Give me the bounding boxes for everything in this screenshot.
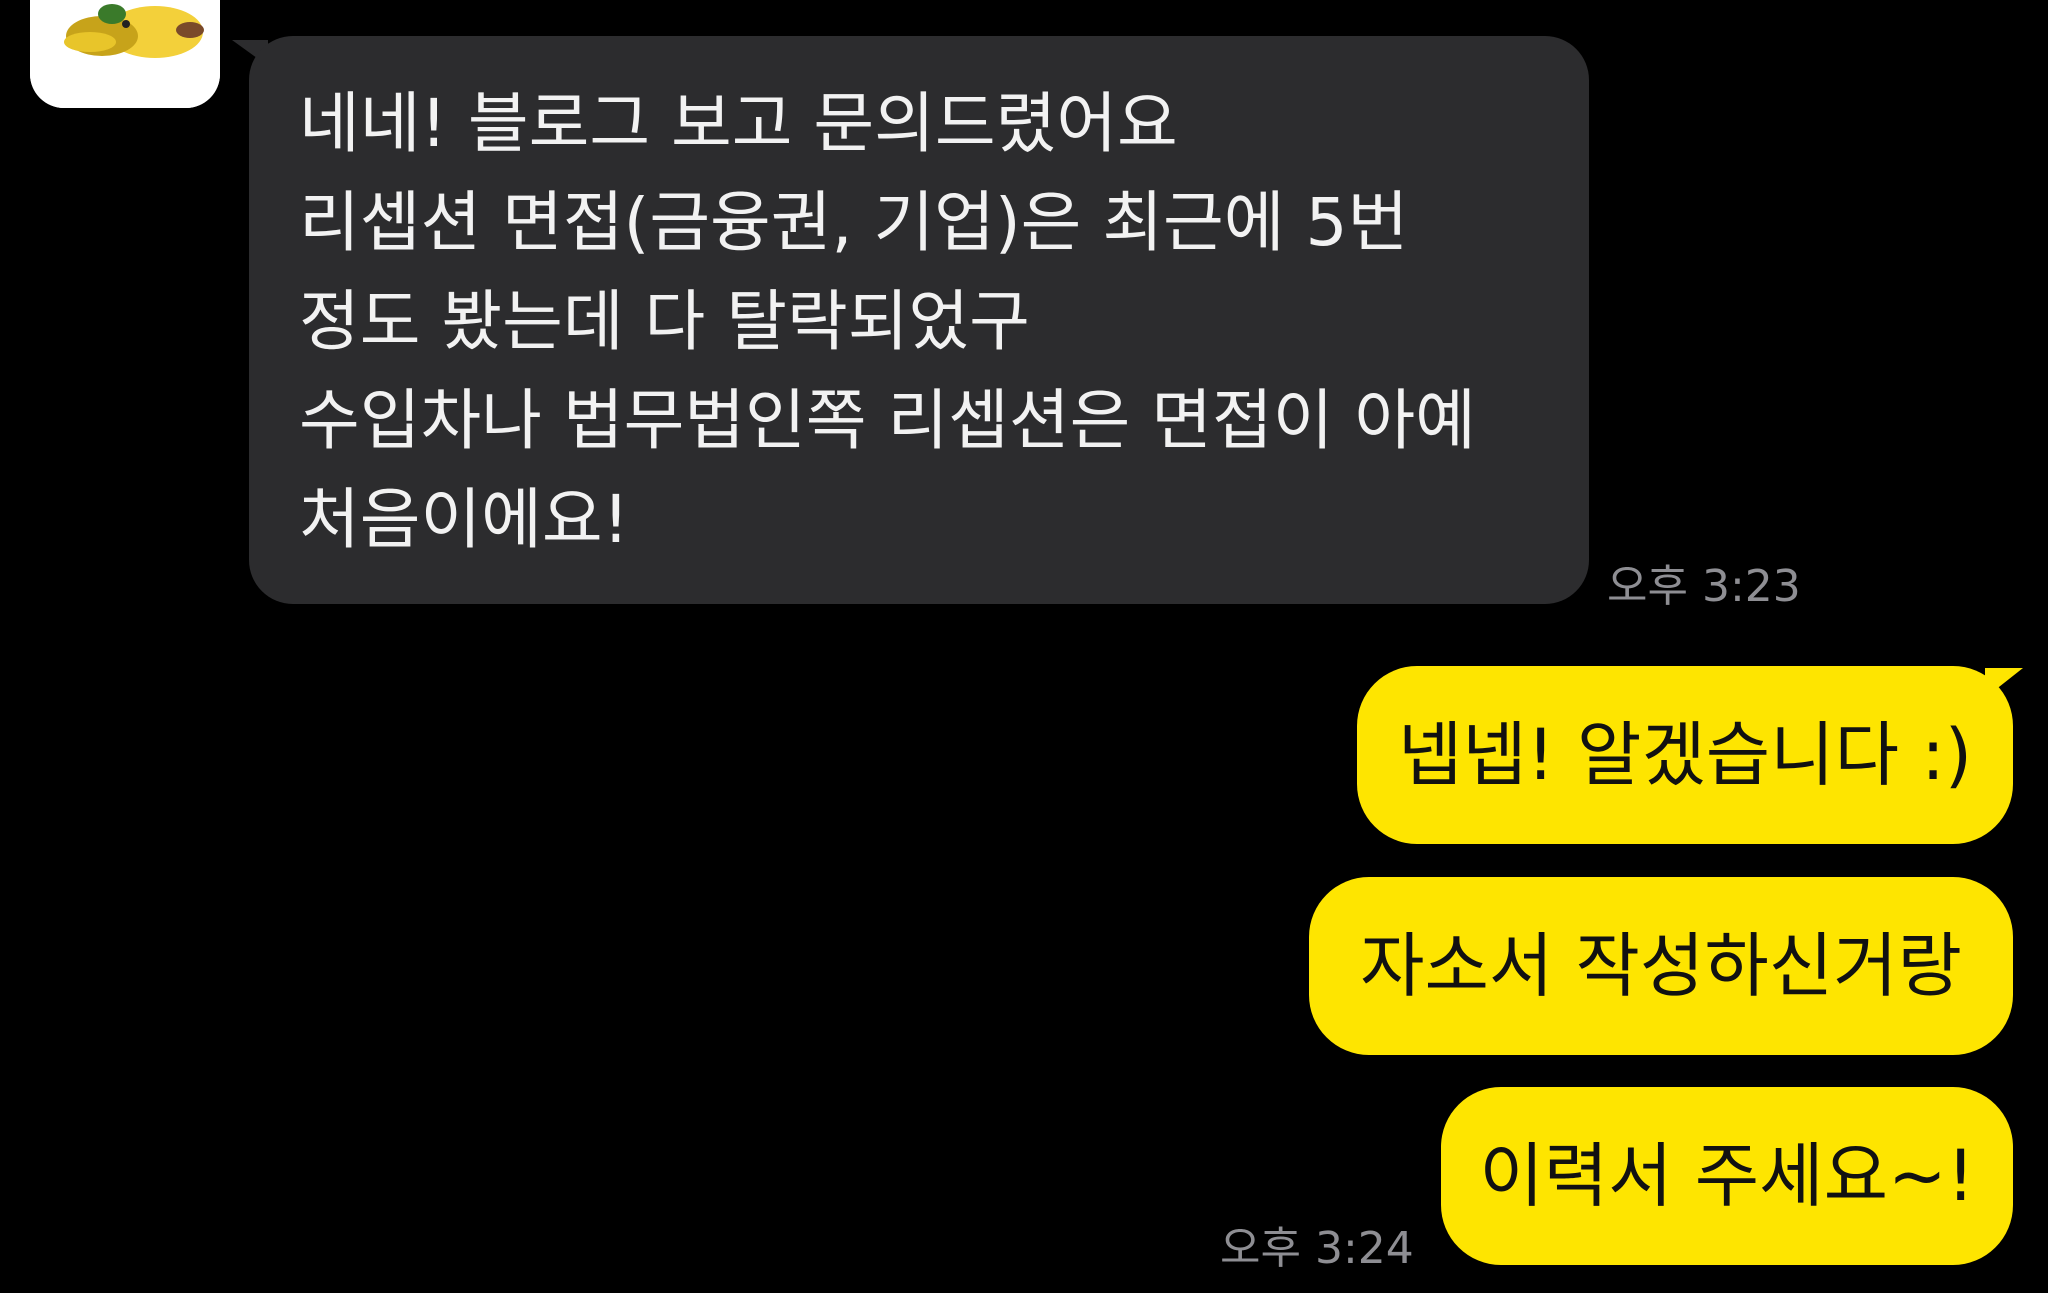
sent-message-bubble-2[interactable]: 자소서 작성하신거랑 [1309,877,2013,1055]
profile-avatar[interactable] [30,0,220,108]
sent-message-bubble-1[interactable]: 넵넵! 알겠습니다 :) [1357,666,2013,844]
received-line-2: 리셉션 면접(금융권, 기업)은 최근에 5번 [299,184,1409,261]
received-message-bubble[interactable]: 네네! 블로그 보고 문의드렸어요 리셉션 면접(금융권, 기업)은 최근에 5… [249,36,1589,604]
received-line-1: 네네! 블로그 보고 문의드렸어요 [299,85,1178,162]
received-timestamp: 오후 3:23 [1607,561,1801,612]
received-line-5: 처음이에요! [299,481,630,558]
received-line-3: 정도 봤는데 다 탈락되었구 [299,283,1030,360]
sent-timestamp: 오후 3:24 [1220,1223,1414,1274]
received-line-4: 수입차나 법무법인쪽 리셉션은 면접이 아예 [299,382,1476,459]
avatar-character-icon [30,0,220,108]
sent-message-bubble-3[interactable]: 이력서 주세요~! [1441,1087,2013,1265]
